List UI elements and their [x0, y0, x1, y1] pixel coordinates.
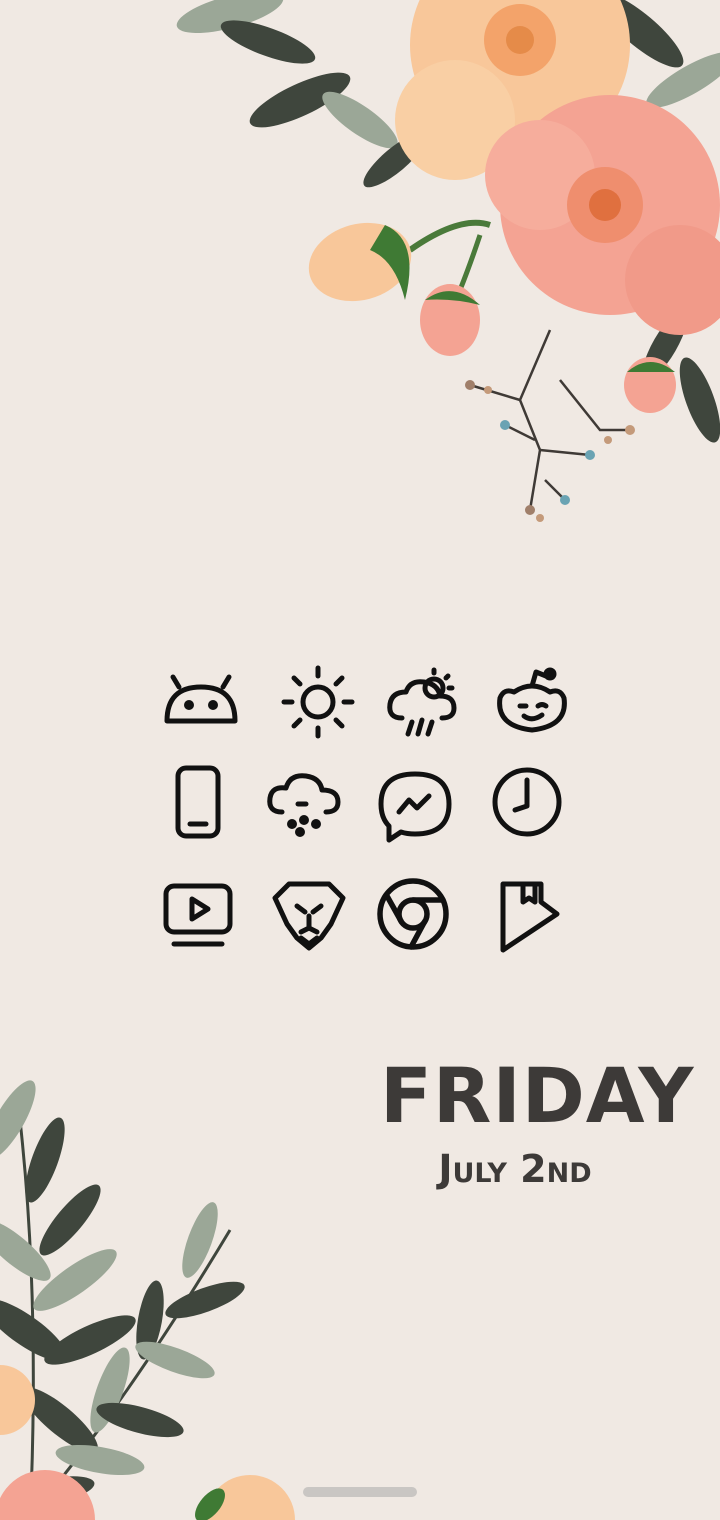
weather-icon[interactable] — [377, 657, 467, 747]
android-icon[interactable] — [156, 654, 246, 744]
chrome-icon[interactable] — [368, 869, 458, 959]
gesture-navigation-bar[interactable] — [303, 1487, 417, 1497]
twigs — [469, 329, 630, 511]
messenger-icon[interactable] — [370, 761, 460, 851]
reddit-icon[interactable] — [487, 657, 577, 747]
date-widget-day[interactable]: FRIDAY — [380, 1058, 693, 1134]
phone-icon[interactable] — [151, 757, 241, 847]
play-books-icon[interactable] — [478, 869, 568, 959]
clock-icon[interactable] — [482, 757, 572, 847]
pink-flower — [485, 95, 720, 335]
date-widget-date[interactable]: July 2nd — [380, 1150, 650, 1188]
brave-lion-icon[interactable] — [264, 869, 354, 959]
sun-icon[interactable] — [273, 657, 363, 747]
floral-wallpaper — [0, 0, 720, 1520]
cloud-rain-icon[interactable] — [259, 757, 349, 847]
youtube-tv-icon[interactable] — [153, 869, 243, 959]
bottom-left-leaves — [0, 1080, 295, 1520]
